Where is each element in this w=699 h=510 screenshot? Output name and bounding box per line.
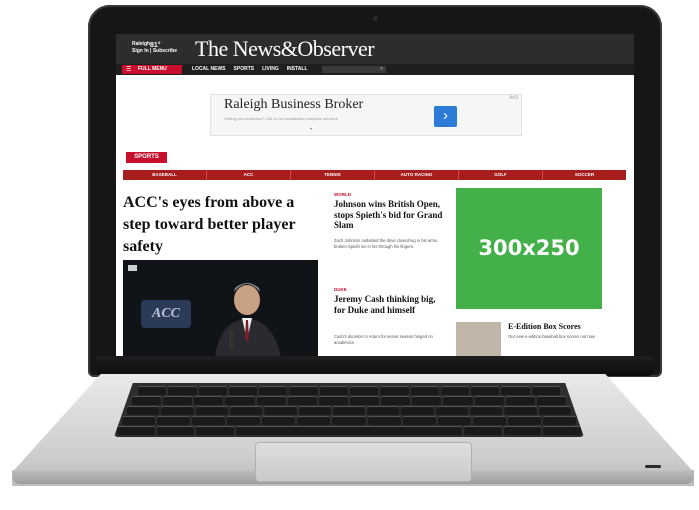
site-topbar <box>116 34 634 64</box>
story-summary: Zach Johnson outlasted the drive closed … <box>334 238 439 249</box>
subnav-baseball[interactable]: BASEBALL <box>123 170 207 180</box>
section-subnav: BASEBALL ACC TENNIS AUTO RACING GOLF SOC… <box>123 170 626 180</box>
laptop-screen: Raleigh Sign In | Subscribe 81° The News… <box>116 34 634 356</box>
subnav-tennis[interactable]: TENNIS <box>291 170 375 180</box>
acc-logo-backdrop: ACC <box>141 300 191 328</box>
subnav-auto-racing[interactable]: AUTO RACING <box>375 170 459 180</box>
lead-video[interactable]: ACC <box>123 260 318 356</box>
nav-link-local-news[interactable]: LOCAL NEWS <box>192 66 226 72</box>
site-logo[interactable]: The News&Observer <box>195 36 375 62</box>
search-icon[interactable]: ⌕ <box>380 66 383 73</box>
e-edition-summary: Our new e-edition baseball box scores ou… <box>508 334 596 339</box>
trackpad <box>255 442 472 482</box>
video-badge <box>128 265 137 271</box>
speaker-image <box>215 283 281 356</box>
ad-indicator: • <box>310 127 313 133</box>
full-menu-label[interactable]: FULL MENU <box>138 66 167 72</box>
webcam <box>373 16 378 21</box>
hamburger-icon[interactable]: ☰ <box>126 67 131 73</box>
nav-link-living[interactable]: LIVING <box>262 66 279 72</box>
ad-subtitle: Selling your business? Call us for confi… <box>224 116 338 121</box>
e-edition-thumbnail[interactable] <box>456 322 501 356</box>
story-kicker[interactable]: DUKE <box>334 287 347 292</box>
subnav-acc[interactable]: ACC <box>207 170 291 180</box>
laptop-hinge <box>96 356 654 376</box>
ad-title[interactable]: Raleigh Business Broker <box>224 97 363 113</box>
story-headline[interactable]: Johnson wins British Open, stops Spieth'… <box>334 199 446 231</box>
subnav-golf[interactable]: GOLF <box>459 170 543 180</box>
sleep-indicator <box>645 465 661 468</box>
section-tag[interactable]: SPORTS <box>126 152 167 163</box>
ad-close-icon[interactable]: AdX <box>509 95 518 101</box>
story-summary: Cash's decision to return for senior sea… <box>334 334 433 345</box>
subscribe-link[interactable]: Sign In | Subscribe <box>132 48 177 55</box>
nav-link-sports[interactable]: SPORTS <box>234 66 255 72</box>
story-kicker[interactable]: WORLD <box>334 192 351 197</box>
ad-arrow-button[interactable]: › <box>434 106 457 127</box>
e-edition-title[interactable]: E-Edition Box Scores <box>508 322 628 331</box>
keyboard <box>114 383 584 437</box>
ad-placeholder-300x250[interactable]: 300x250 <box>456 188 602 309</box>
search-input[interactable] <box>322 66 386 73</box>
lead-headline[interactable]: ACC's eyes from above a step toward bett… <box>123 192 323 258</box>
story-headline[interactable]: Jeremy Cash thinking big, for Duke and h… <box>334 294 446 315</box>
nav-links: LOCAL NEWS SPORTS LIVING INSTALL <box>192 66 308 72</box>
nav-link-install[interactable]: INSTALL <box>287 66 308 72</box>
subnav-soccer[interactable]: SOCCER <box>543 170 626 180</box>
temperature: 81° <box>150 42 161 49</box>
